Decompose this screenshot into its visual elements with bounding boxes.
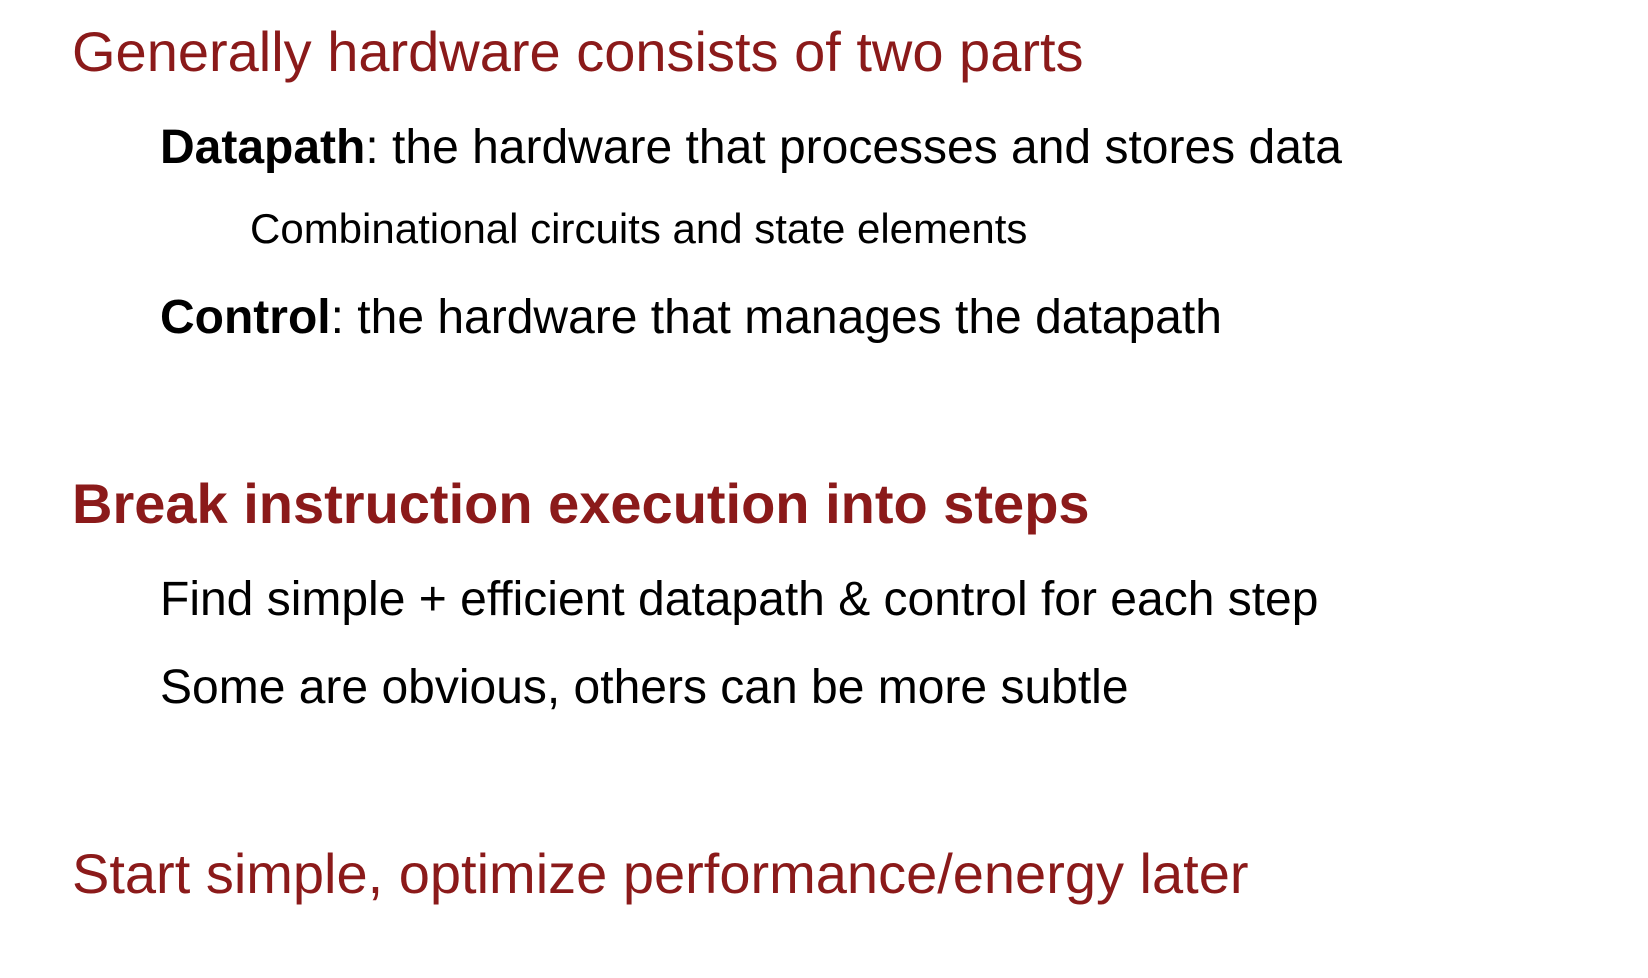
heading-break-steps: Break instruction execution into steps — [72, 472, 1090, 535]
datapath-term: Datapath — [160, 121, 366, 174]
bullet-find-simple: Find simple + efficient datapath & contr… — [160, 573, 1319, 626]
sub-bullet-combinational: Combinational circuits and state element… — [250, 205, 1028, 252]
slide: Generally hardware consists of two parts… — [0, 0, 1648, 978]
control-term: Control — [160, 291, 331, 344]
bullet-some-obvious: Some are obvious, others can be more sub… — [160, 661, 1129, 714]
control-definition: : the hardware that manages the datapath — [330, 291, 1222, 344]
bullet-datapath: Datapath: the hardware that processes an… — [160, 124, 1342, 172]
datapath-definition: : the hardware that processes and stores… — [365, 121, 1342, 174]
heading-start-simple: Start simple, optimize performance/energ… — [72, 842, 1249, 905]
heading-hardware-parts: Generally hardware consists of two parts — [72, 20, 1084, 83]
bullet-control: Control: the hardware that manages the d… — [160, 294, 1222, 342]
